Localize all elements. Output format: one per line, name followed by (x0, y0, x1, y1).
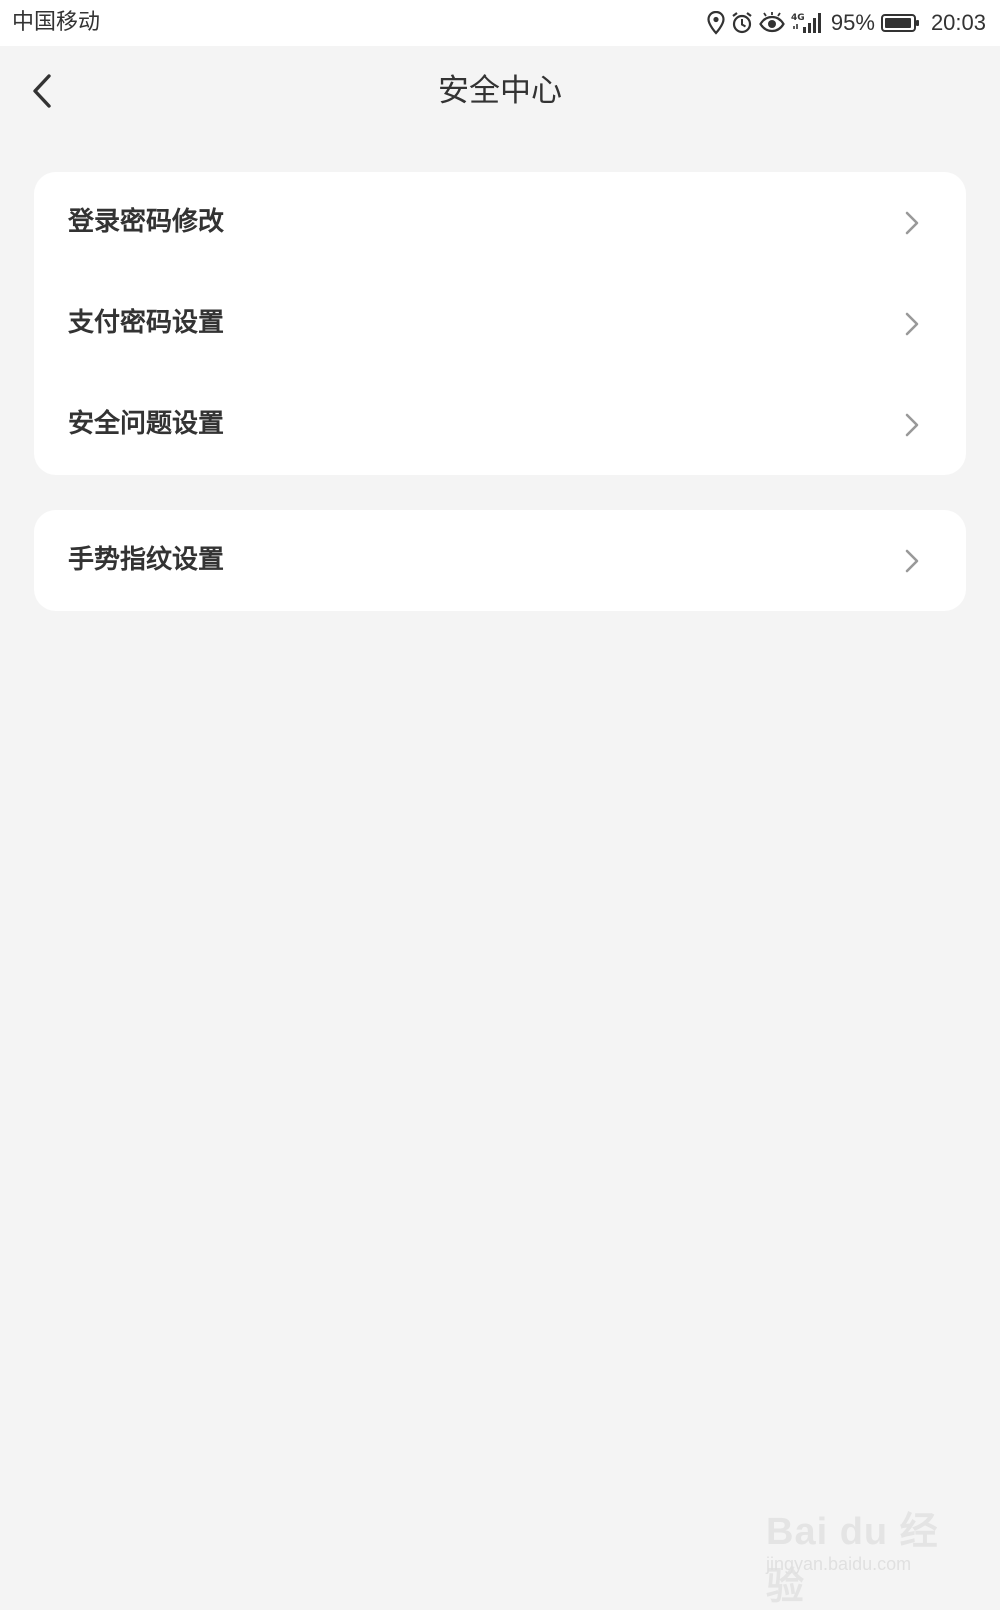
watermark: Bai du 经验 jingyan.baidu.com (766, 1488, 956, 1608)
list-item-label: 支付密码设置 (68, 308, 225, 338)
payment-password-setting-item[interactable]: 支付密码设置 (34, 273, 966, 374)
battery-percent: 95% (830, 10, 875, 35)
list-item-label: 安全问题设置 (68, 409, 225, 439)
gesture-fingerprint-setting-item[interactable]: 手势指纹设置 (34, 510, 966, 611)
clock: 20:03 (930, 10, 986, 35)
chevron-right-icon (905, 413, 919, 437)
nav-bar: 安全中心 (0, 46, 1000, 140)
gesture-fingerprint-group: 手势指纹设置 (34, 510, 966, 611)
chevron-right-icon (905, 312, 919, 336)
page-title: 安全中心 (438, 73, 562, 109)
battery-icon (880, 13, 921, 33)
list-item-label: 登录密码修改 (68, 207, 225, 237)
chevron-right-icon (905, 211, 919, 235)
svg-text:4G: 4G (791, 13, 805, 23)
carrier-name: 中国移动 (12, 10, 101, 35)
list-item-label: 手势指纹设置 (68, 545, 225, 575)
chevron-right-icon (905, 549, 919, 573)
security-question-setting-item[interactable]: 安全问题设置 (34, 374, 966, 475)
security-settings-group: 登录密码修改 支付密码设置 安全问题设置 (34, 172, 966, 475)
status-icons: 4G 95% 20:03 (707, 8, 986, 38)
alarm-icon (731, 11, 753, 35)
signal-icon: 4G (791, 11, 825, 35)
location-icon (707, 11, 725, 35)
watermark-url: jingyan.baidu.com (766, 1554, 912, 1574)
status-bar: 中国移动 4G 95% 20:03 (0, 0, 1000, 46)
eye-icon (759, 12, 785, 34)
login-password-change-item[interactable]: 登录密码修改 (34, 172, 966, 273)
